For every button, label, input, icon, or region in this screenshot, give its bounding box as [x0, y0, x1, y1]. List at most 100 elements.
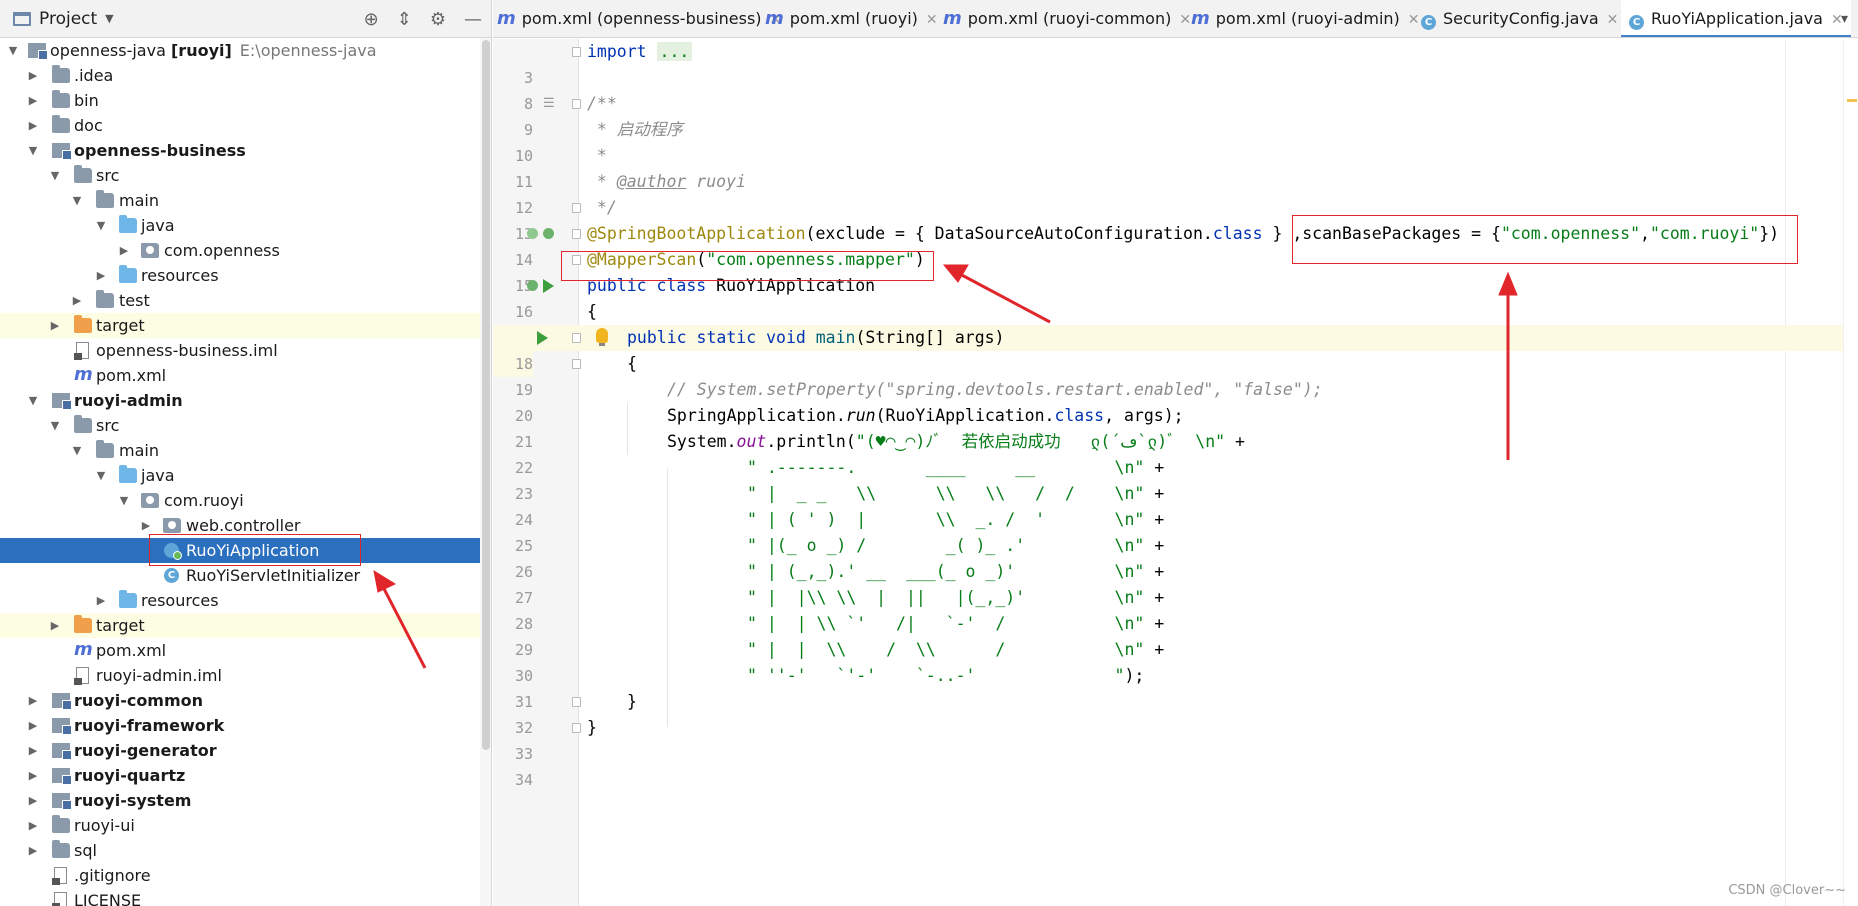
tree-item-src[interactable]: ▼ src — [0, 413, 480, 438]
tree-item-src[interactable]: ▼ src — [0, 163, 480, 188]
chevron-right-icon[interactable]: ▶ — [70, 288, 84, 313]
tree-item-pom[interactable]: m pom.xml — [0, 363, 480, 388]
fold-icon[interactable] — [572, 697, 581, 707]
warning-marker[interactable] — [1847, 99, 1857, 102]
scrollbar-thumb[interactable] — [482, 40, 490, 750]
collapse-all-icon[interactable]: ⇕ — [397, 9, 412, 30]
tree-item-idea[interactable]: ▶ .idea — [0, 63, 480, 88]
chevron-down-icon[interactable]: ▼ — [48, 163, 62, 188]
tree-item-java[interactable]: ▼ java — [0, 463, 480, 488]
chevron-right-icon[interactable]: ▶ — [26, 688, 40, 713]
fold-icon[interactable] — [572, 99, 581, 109]
rendered-doc-icon[interactable]: ☰ — [543, 91, 555, 117]
run-icon[interactable] — [543, 279, 554, 293]
tab-pom-openness-business[interactable]: m pom.xml (openness-business) ✕ — [497, 0, 781, 37]
bean-icon[interactable] — [527, 228, 538, 239]
lightbulb-icon[interactable] — [596, 328, 608, 346]
fold-icon[interactable] — [572, 47, 581, 57]
project-scrollbar[interactable] — [480, 38, 491, 906]
folded-imports[interactable]: ... — [656, 42, 693, 61]
tree-item-test[interactable]: ▶ test — [0, 288, 480, 313]
spring-bean-icon[interactable] — [543, 228, 554, 239]
tree-item-ruoyi-system[interactable]: ▶ ruoyi-system — [0, 788, 480, 813]
code-text: // System.setProperty("spring.devtools.r… — [667, 380, 1323, 399]
chevron-right-icon[interactable]: ▶ — [26, 763, 40, 788]
chevron-down-icon[interactable]: ▼ — [48, 413, 62, 438]
tree-item-java[interactable]: ▼ java — [0, 213, 480, 238]
chevron-down-icon[interactable]: ▼ — [26, 138, 40, 163]
tree-item-ruoyiservletinitializer[interactable]: C RuoYiServletInitializer — [0, 563, 480, 588]
chevron-down-icon[interactable]: ▼ — [26, 388, 40, 413]
tree-item-root[interactable]: ▼ openness-java [ruoyi] E:\openness-java — [0, 38, 480, 63]
fold-icon[interactable] — [572, 229, 581, 239]
tree-item-main[interactable]: ▼ main — [0, 438, 480, 463]
chevron-right-icon[interactable]: ▶ — [26, 713, 40, 738]
chevron-right-icon[interactable]: ▶ — [48, 313, 62, 338]
chevron-down-icon[interactable]: ▼ — [117, 488, 131, 513]
chevron-right-icon[interactable]: ▶ — [48, 613, 62, 638]
chevron-down-icon[interactable]: ▼ — [105, 12, 113, 25]
tree-item-license[interactable]: LICENSE — [0, 888, 480, 906]
chevron-down-icon[interactable]: ▼ — [6, 38, 20, 63]
tree-item-target[interactable]: ▶ target — [0, 613, 480, 638]
fold-icon[interactable] — [572, 723, 581, 733]
chevron-right-icon[interactable]: ▶ — [26, 88, 40, 113]
resources-folder-icon — [119, 590, 137, 608]
tree-item-ruoyi-admin[interactable]: ▼ ruoyi-admin — [0, 388, 480, 413]
tree-item-target[interactable]: ▶ target — [0, 313, 480, 338]
tree-item-ruoyi-common[interactable]: ▶ ruoyi-common — [0, 688, 480, 713]
tree-item-ruoyi-ui[interactable]: ▶ ruoyi-ui — [0, 813, 480, 838]
chevron-right-icon[interactable]: ▶ — [94, 263, 108, 288]
chevron-right-icon[interactable]: ▶ — [26, 738, 40, 763]
tree-item-doc[interactable]: ▶ doc — [0, 113, 480, 138]
tree-item-main[interactable]: ▼ main — [0, 188, 480, 213]
fold-icon[interactable] — [572, 333, 581, 343]
chevron-right-icon[interactable]: ▶ — [94, 588, 108, 613]
chevron-down-icon[interactable]: ▼ — [94, 213, 108, 238]
chevron-down-icon[interactable]: ▼ — [94, 463, 108, 488]
tab-securityconfig[interactable]: C SecurityConfig.java ✕ — [1421, 0, 1619, 37]
close-icon[interactable]: ✕ — [1607, 12, 1619, 28]
project-view-selector[interactable]: Project — [39, 9, 97, 29]
fold-icon[interactable] — [572, 359, 581, 369]
close-icon[interactable]: ✕ — [926, 12, 938, 28]
tree-item-com-ruoyi[interactable]: ▼ com.ruoyi — [0, 488, 480, 513]
tab-pom-ruoyi[interactable]: m pom.xml (ruoyi) ✕ — [765, 0, 938, 37]
tree-item-com-openness[interactable]: ▶ com.openness — [0, 238, 480, 263]
code-editor[interactable]: 3 import ... 8 9 ☰ /** 10 * 启动程序 11 * 12… — [493, 39, 1858, 906]
tree-item-resources[interactable]: ▶ resources — [0, 588, 480, 613]
fold-icon[interactable] — [572, 203, 581, 213]
close-icon[interactable]: ✕ — [1179, 12, 1191, 28]
folder-icon — [96, 440, 114, 458]
chevron-down-icon[interactable]: ▾ — [1841, 0, 1848, 37]
tab-pom-ruoyi-admin[interactable]: m pom.xml (ruoyi-admin) ✕ — [1191, 0, 1420, 37]
tree-item-gitignore[interactable]: .gitignore — [0, 863, 480, 888]
tree-item-ruoyi-quartz[interactable]: ▶ ruoyi-quartz — [0, 763, 480, 788]
editor-scrollbar[interactable] — [1843, 39, 1858, 906]
tab-pom-ruoyi-common[interactable]: m pom.xml (ruoyi-common) ✕ — [943, 0, 1191, 37]
tree-item-sql[interactable]: ▶ sql — [0, 838, 480, 863]
tree-item-iml[interactable]: ruoyi-admin.iml — [0, 663, 480, 688]
chevron-right-icon[interactable]: ▶ — [26, 838, 40, 863]
tree-item-bin[interactable]: ▶ bin — [0, 88, 480, 113]
tree-item-pom[interactable]: m pom.xml — [0, 638, 480, 663]
chevron-right-icon[interactable]: ▶ — [117, 238, 131, 263]
chevron-down-icon[interactable]: ▼ — [70, 438, 84, 463]
tree-item-openness-business[interactable]: ▼ openness-business — [0, 138, 480, 163]
run-icon[interactable] — [537, 331, 548, 345]
gear-icon[interactable]: ⚙ — [430, 9, 446, 30]
chevron-right-icon[interactable]: ▶ — [26, 813, 40, 838]
chevron-right-icon[interactable]: ▶ — [26, 63, 40, 88]
tab-ruoyiapplication[interactable]: C RuoYiApplication.java ✕ — [1621, 0, 1851, 37]
locate-icon[interactable]: ⊕ — [364, 9, 379, 30]
chevron-right-icon[interactable]: ▶ — [26, 113, 40, 138]
tree-item-iml[interactable]: openness-business.iml — [0, 338, 480, 363]
tree-item-ruoyi-generator[interactable]: ▶ ruoyi-generator — [0, 738, 480, 763]
close-icon[interactable]: ✕ — [1408, 12, 1420, 28]
spring-bean-icon[interactable] — [527, 280, 538, 291]
minimize-icon[interactable]: — — [464, 9, 482, 30]
tree-item-ruoyi-framework[interactable]: ▶ ruoyi-framework — [0, 713, 480, 738]
chevron-right-icon[interactable]: ▶ — [26, 788, 40, 813]
chevron-down-icon[interactable]: ▼ — [70, 188, 84, 213]
tree-item-resources[interactable]: ▶ resources — [0, 263, 480, 288]
